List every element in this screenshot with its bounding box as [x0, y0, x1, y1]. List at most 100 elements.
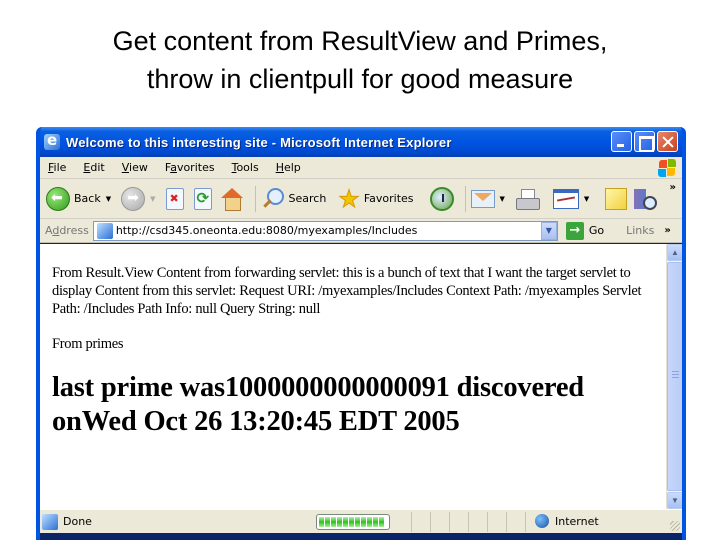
window-controls: [611, 131, 678, 152]
progress-segment: [367, 517, 372, 527]
zone-label: Internet: [555, 514, 599, 528]
menu-file[interactable]: File: [48, 161, 66, 174]
back-button[interactable]: Back ▼: [46, 186, 115, 211]
print-button[interactable]: [515, 188, 540, 210]
mail-button[interactable]: ▼: [470, 189, 509, 208]
status-panel: [469, 512, 488, 532]
forward-button[interactable]: ▼: [121, 186, 159, 211]
links-label[interactable]: Links: [626, 224, 654, 237]
scroll-down-button[interactable]: ▼: [667, 492, 682, 509]
slide-title-line-2: throw in clientpull for good measure: [146, 64, 574, 94]
search-button[interactable]: Search: [261, 187, 327, 211]
scroll-grip-icon: [672, 371, 679, 379]
toolbar-separator: [464, 185, 466, 212]
security-zone[interactable]: Internet: [535, 514, 599, 528]
edit-dropdown-icon[interactable]: ▼: [584, 195, 589, 203]
status-panels: [393, 512, 526, 532]
progress-segment: [355, 517, 360, 527]
status-panel: [431, 512, 450, 532]
menu-favorites-accel: a: [170, 161, 177, 174]
menu-view-accel: V: [121, 161, 130, 174]
primes-label: From primes: [52, 336, 124, 352]
globe-icon: [535, 514, 549, 528]
windows-logo-icon: [658, 159, 676, 177]
toolbar-separator: [254, 185, 256, 212]
scroll-up-button[interactable]: ▲: [667, 244, 682, 261]
vertical-scrollbar[interactable]: ▲ ▼: [666, 244, 682, 509]
page-icon: [96, 222, 113, 239]
prime-heading: last prime was1000000000000091 discovere…: [52, 371, 666, 439]
menu-view-label: iew: [129, 161, 148, 174]
search-icon: [261, 187, 285, 211]
scroll-thumb[interactable]: [667, 262, 682, 491]
status-panel: [412, 512, 431, 532]
slide-title: Get content from ResultView and Primes, …: [0, 22, 720, 98]
refresh-button[interactable]: [193, 187, 212, 210]
progress-segment: [361, 517, 366, 527]
favorites-button[interactable]: ★ Favorites: [338, 184, 414, 213]
close-button[interactable]: [657, 131, 678, 152]
menu-help[interactable]: Help: [276, 161, 301, 174]
menu-tools[interactable]: Tools: [232, 161, 259, 174]
progress-segment: [325, 517, 330, 527]
toolbar-overflow-chevron[interactable]: »: [670, 182, 676, 193]
prime-heading-line-2: onWed Oct 26 13:20:45 EDT 2005: [52, 406, 460, 437]
stop-icon: [165, 187, 184, 210]
progress-bar: [316, 514, 390, 530]
home-icon: [220, 187, 244, 211]
stop-button[interactable]: [165, 187, 184, 210]
menu-favorites[interactable]: Favorites: [165, 161, 215, 174]
address-label-accel: d: [52, 224, 60, 237]
menu-bar: File Edit View Favorites Tools Help: [40, 157, 682, 179]
favorites-label: Favorites: [363, 192, 414, 205]
menu-edit[interactable]: Edit: [83, 161, 104, 174]
menu-favorites-label: vorites: [176, 161, 215, 174]
menu-tools-label: ools: [236, 161, 259, 174]
mail-icon: [470, 189, 495, 208]
address-bar: Address http://csd345.oneonta.edu:8080/m…: [40, 219, 682, 243]
progress-fill: [319, 517, 384, 527]
menu-view[interactable]: View: [122, 161, 148, 174]
status-panel: [450, 512, 469, 532]
progress-segment: [331, 517, 336, 527]
address-dropdown-icon[interactable]: ▼: [540, 221, 557, 240]
minimize-button[interactable]: [611, 131, 632, 152]
status-panel: [507, 512, 526, 532]
standard-toolbar: Back ▼ ▼ Search ★ Favorites: [40, 179, 682, 219]
forward-arrow-icon: [121, 186, 146, 211]
ie-page-icon: [44, 131, 60, 150]
home-button[interactable]: [220, 187, 244, 211]
address-input[interactable]: http://csd345.oneonta.edu:8080/myexample…: [92, 220, 558, 241]
resize-grip[interactable]: [670, 521, 680, 531]
progress-segment: [349, 517, 354, 527]
status-panel: [488, 512, 507, 532]
back-arrow-icon: [46, 186, 70, 211]
title-bar[interactable]: Welcome to this interesting site - Micro…: [40, 127, 682, 157]
history-button[interactable]: [429, 186, 454, 211]
back-dropdown-icon[interactable]: ▼: [106, 195, 111, 203]
go-button[interactable]: → Go: [565, 221, 604, 240]
mail-dropdown-icon[interactable]: ▼: [500, 195, 505, 203]
address-url[interactable]: http://csd345.oneonta.edu:8080/myexample…: [116, 224, 541, 237]
research-icon: [633, 187, 658, 211]
browser-window: Welcome to this interesting site - Micro…: [36, 127, 686, 540]
menu-edit-label: dit: [90, 161, 105, 174]
discuss-button[interactable]: [605, 187, 628, 210]
progress-segment: [373, 517, 378, 527]
window-title: Welcome to this interesting site - Micro…: [66, 134, 452, 150]
status-bar: Done Internet: [40, 509, 682, 533]
edit-button[interactable]: ▼: [552, 188, 593, 209]
progress-segment: [379, 517, 384, 527]
forward-dropdown-icon[interactable]: ▼: [150, 195, 155, 203]
research-button[interactable]: [633, 187, 658, 211]
resultview-text: From Result.View Content from forwarding…: [52, 265, 642, 317]
page-status-icon: [42, 513, 58, 530]
status-panel: [393, 512, 412, 532]
printer-icon: [515, 188, 540, 210]
maximize-button[interactable]: [634, 131, 655, 152]
refresh-icon: [193, 187, 212, 210]
links-overflow-chevron[interactable]: »: [664, 225, 670, 236]
favorites-star-icon: ★: [338, 184, 360, 213]
prime-heading-line-1: last prime was1000000000000091 discovere…: [52, 372, 584, 403]
search-label: Search: [288, 192, 327, 205]
